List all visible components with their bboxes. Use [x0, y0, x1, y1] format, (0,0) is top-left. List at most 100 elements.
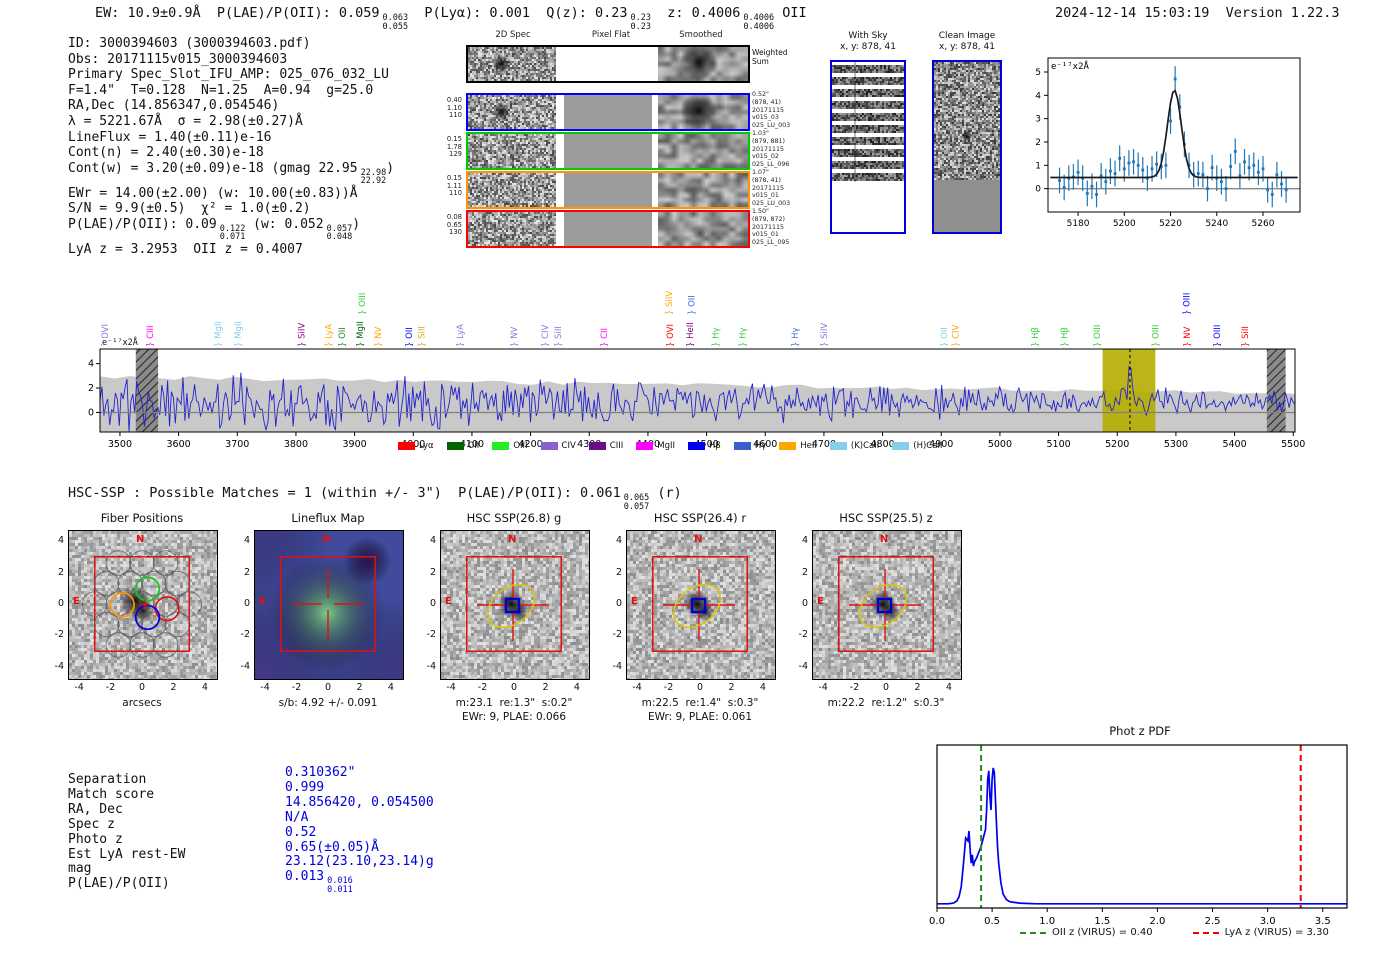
- aperture-ellipse: [486, 583, 536, 629]
- match-row-label: Est LyA rest-EW: [68, 846, 186, 862]
- line-marker-CIV: } CIV: [951, 324, 961, 347]
- spec2d-row-pixelflat-image: [564, 212, 652, 246]
- legend-swatch: [829, 442, 847, 450]
- cutout-y-tick-label: 4: [57, 535, 64, 547]
- info-line-sub: 0.048: [326, 232, 353, 243]
- legend-label: Hγ: [754, 441, 767, 451]
- inset-y-tick-label: 1: [1035, 161, 1041, 171]
- line-fit-inset-chart: 5180 5200 5220 5240 5260 0 1 2 3 4 5 e⁻¹⁷x2Å: [1035, 57, 1301, 229]
- cutout-x-tick-label: 2: [356, 682, 363, 693]
- line-marker-NV: } NV: [510, 327, 520, 347]
- line-marker-SiIV: } SiIV: [298, 323, 308, 347]
- cutout-y-tick-label: 2: [243, 566, 250, 578]
- info-line: P(LAE)/P(OII): 0.09 0.122 0.071 (w: 0.052 0…: [68, 217, 394, 242]
- cutout-y-tick-label: -4: [240, 660, 250, 672]
- inset-data-point: [1164, 163, 1168, 167]
- info-line-sub: 0.071: [219, 232, 246, 243]
- legend-item: HeII: [779, 441, 817, 451]
- spectrum-line-legend: Lyα OII OIII CIV CIII MgII Hβ Hγ HeII (K)CaII (H)C…: [398, 441, 942, 451]
- legend-item: OII: [446, 441, 479, 451]
- inset-data-point: [1062, 186, 1066, 189]
- spec2d-row-left-value: 130: [449, 228, 462, 237]
- cutout-overlay: [838, 556, 934, 652]
- line-marker-MgII: } MgII: [234, 321, 244, 347]
- info-line-stacked-value: 0.122 0.071: [220, 225, 246, 242]
- match-row-value: 0.999: [285, 779, 325, 796]
- main-x-tick-label: 3900: [343, 439, 367, 450]
- inset-data-point: [1261, 167, 1265, 171]
- cutout-overlay: [280, 556, 376, 652]
- info-line-text: ID: 3000394603 (3000394603.pdf): [68, 36, 311, 51]
- line-marker-Hβ: } Hβ: [1060, 327, 1070, 347]
- summary-header-sub: 0.055: [382, 21, 409, 32]
- cutout-caption-1: m:22.2 re:1.2" s:0.3": [827, 697, 945, 709]
- info-line: RA,Dec (14.856347,0.054546): [68, 98, 394, 114]
- cutout-y-tick-label: -4: [426, 660, 436, 672]
- spec2d-row-smoothed-image: [658, 95, 748, 129]
- line-marker-SiIV: } SiIV: [820, 323, 830, 347]
- photz-pdf-curve: [937, 767, 1347, 905]
- cutout-y-tick-label: -2: [798, 629, 808, 641]
- north-label: N: [322, 534, 331, 545]
- cutout-x-tick-label: -2: [663, 682, 674, 693]
- cutout-x-tick-label: -2: [849, 682, 860, 693]
- main-hatch-band: [135, 349, 159, 432]
- match-row-value-text: 0.999: [285, 779, 325, 795]
- hsc-header-text: P(LAE)/P(OII): 0.061: [458, 485, 621, 501]
- photz-title: Phot z PDF: [1109, 724, 1171, 738]
- with-sky-panel: [830, 60, 906, 234]
- cutout-x-tick-label: 0: [696, 682, 704, 693]
- east-label: E: [73, 596, 80, 607]
- inset-data-point: [1076, 170, 1080, 174]
- match-row-value-text: N/A: [285, 809, 309, 825]
- legend-swatch: [688, 442, 706, 450]
- match-row-value-text: 0.65(±0.05)Å: [285, 839, 379, 855]
- center-blue-box: [504, 597, 521, 614]
- legend-swatch: [892, 442, 910, 450]
- date-version-label: 2024-12-14 15:03:19 Version 1.22.3: [1055, 5, 1340, 21]
- fiber-circle: [105, 632, 132, 658]
- info-line: Primary Spec_Slot_IFU_AMP: 025_076_032_L…: [68, 67, 394, 83]
- match-row-value-text: 14.856420, 0.054500: [285, 794, 434, 810]
- inset-data-point: [1113, 172, 1117, 175]
- legend-swatch: [398, 442, 415, 450]
- cutout-x-tick-label: -4: [260, 682, 270, 693]
- match-row-stacked: 0.016 0.011: [327, 877, 353, 894]
- full-spectrum-chart: 3500360037003800390040004100420043004400…: [88, 291, 1305, 450]
- photz-axes-frame: [936, 744, 1348, 909]
- spec2d-row-left-labels: 0.15 1.11 110: [438, 174, 462, 198]
- line-marker-SiII: } SiII: [417, 326, 427, 347]
- spec2d-row-smoothed-image: [658, 173, 748, 207]
- summary-header-stacked-value: 0.4006 0.4006: [743, 14, 774, 31]
- match-row-label: P(LAE)/P(OII): [68, 876, 170, 892]
- photz-legend-item: LyA z (VIRUS) = 3.30: [1192, 927, 1329, 938]
- inset-data-point: [1229, 165, 1233, 168]
- info-line-text: Cont(w) = 3.20(±0.09)e-18 (gmag 22.95: [68, 160, 358, 176]
- spec2d-header-pixelflat: Pixel Flat: [591, 30, 631, 40]
- info-line-text: ): [386, 160, 395, 176]
- cutout-x-tick-label: 2: [914, 682, 921, 693]
- cutout-y-tick-label: 2: [429, 566, 436, 578]
- cutout-x-tick-label: -2: [291, 682, 302, 693]
- spec2d-row-2d-image: [468, 95, 556, 129]
- spec2d-row-pixelflat-image: [564, 173, 652, 207]
- line-marker-LyA: } LyA: [456, 324, 466, 347]
- spec2d-header-2dspec: 2D Spec: [495, 30, 531, 40]
- spec2d-row-2d-image: [468, 134, 556, 168]
- cutout-x-tick-label: 0: [510, 682, 518, 693]
- inset-data-point: [1284, 188, 1288, 192]
- photz-x-tick-label: 0.0: [929, 916, 945, 925]
- cutout-y-tick-label: 2: [57, 566, 64, 578]
- inset-data-point: [1206, 187, 1209, 191]
- info-line: Cont(n) = 2.40(±0.30)e-18: [68, 145, 394, 161]
- main-x-tick-label: 3500: [108, 439, 132, 450]
- info-line: λ = 5221.67Å σ = 2.98(±0.27)Å: [68, 114, 394, 130]
- cutout-title: HSC SSP(25.5) z: [839, 511, 933, 525]
- inset-ylabel: e⁻¹⁷x2Å: [1051, 60, 1090, 72]
- cutout-x-tick-label: -4: [74, 682, 84, 693]
- cutout-caption-1: arcsecs: [122, 697, 162, 709]
- info-line-text: (w: 0.052: [245, 216, 324, 232]
- inset-x-tick-label: 5220: [1159, 219, 1182, 229]
- spec2d-row-right-labels: 1.07" (878, 41) 20171115 v015_01 025_LU_…: [752, 169, 791, 208]
- legend-label: (H)CaII: [913, 441, 943, 451]
